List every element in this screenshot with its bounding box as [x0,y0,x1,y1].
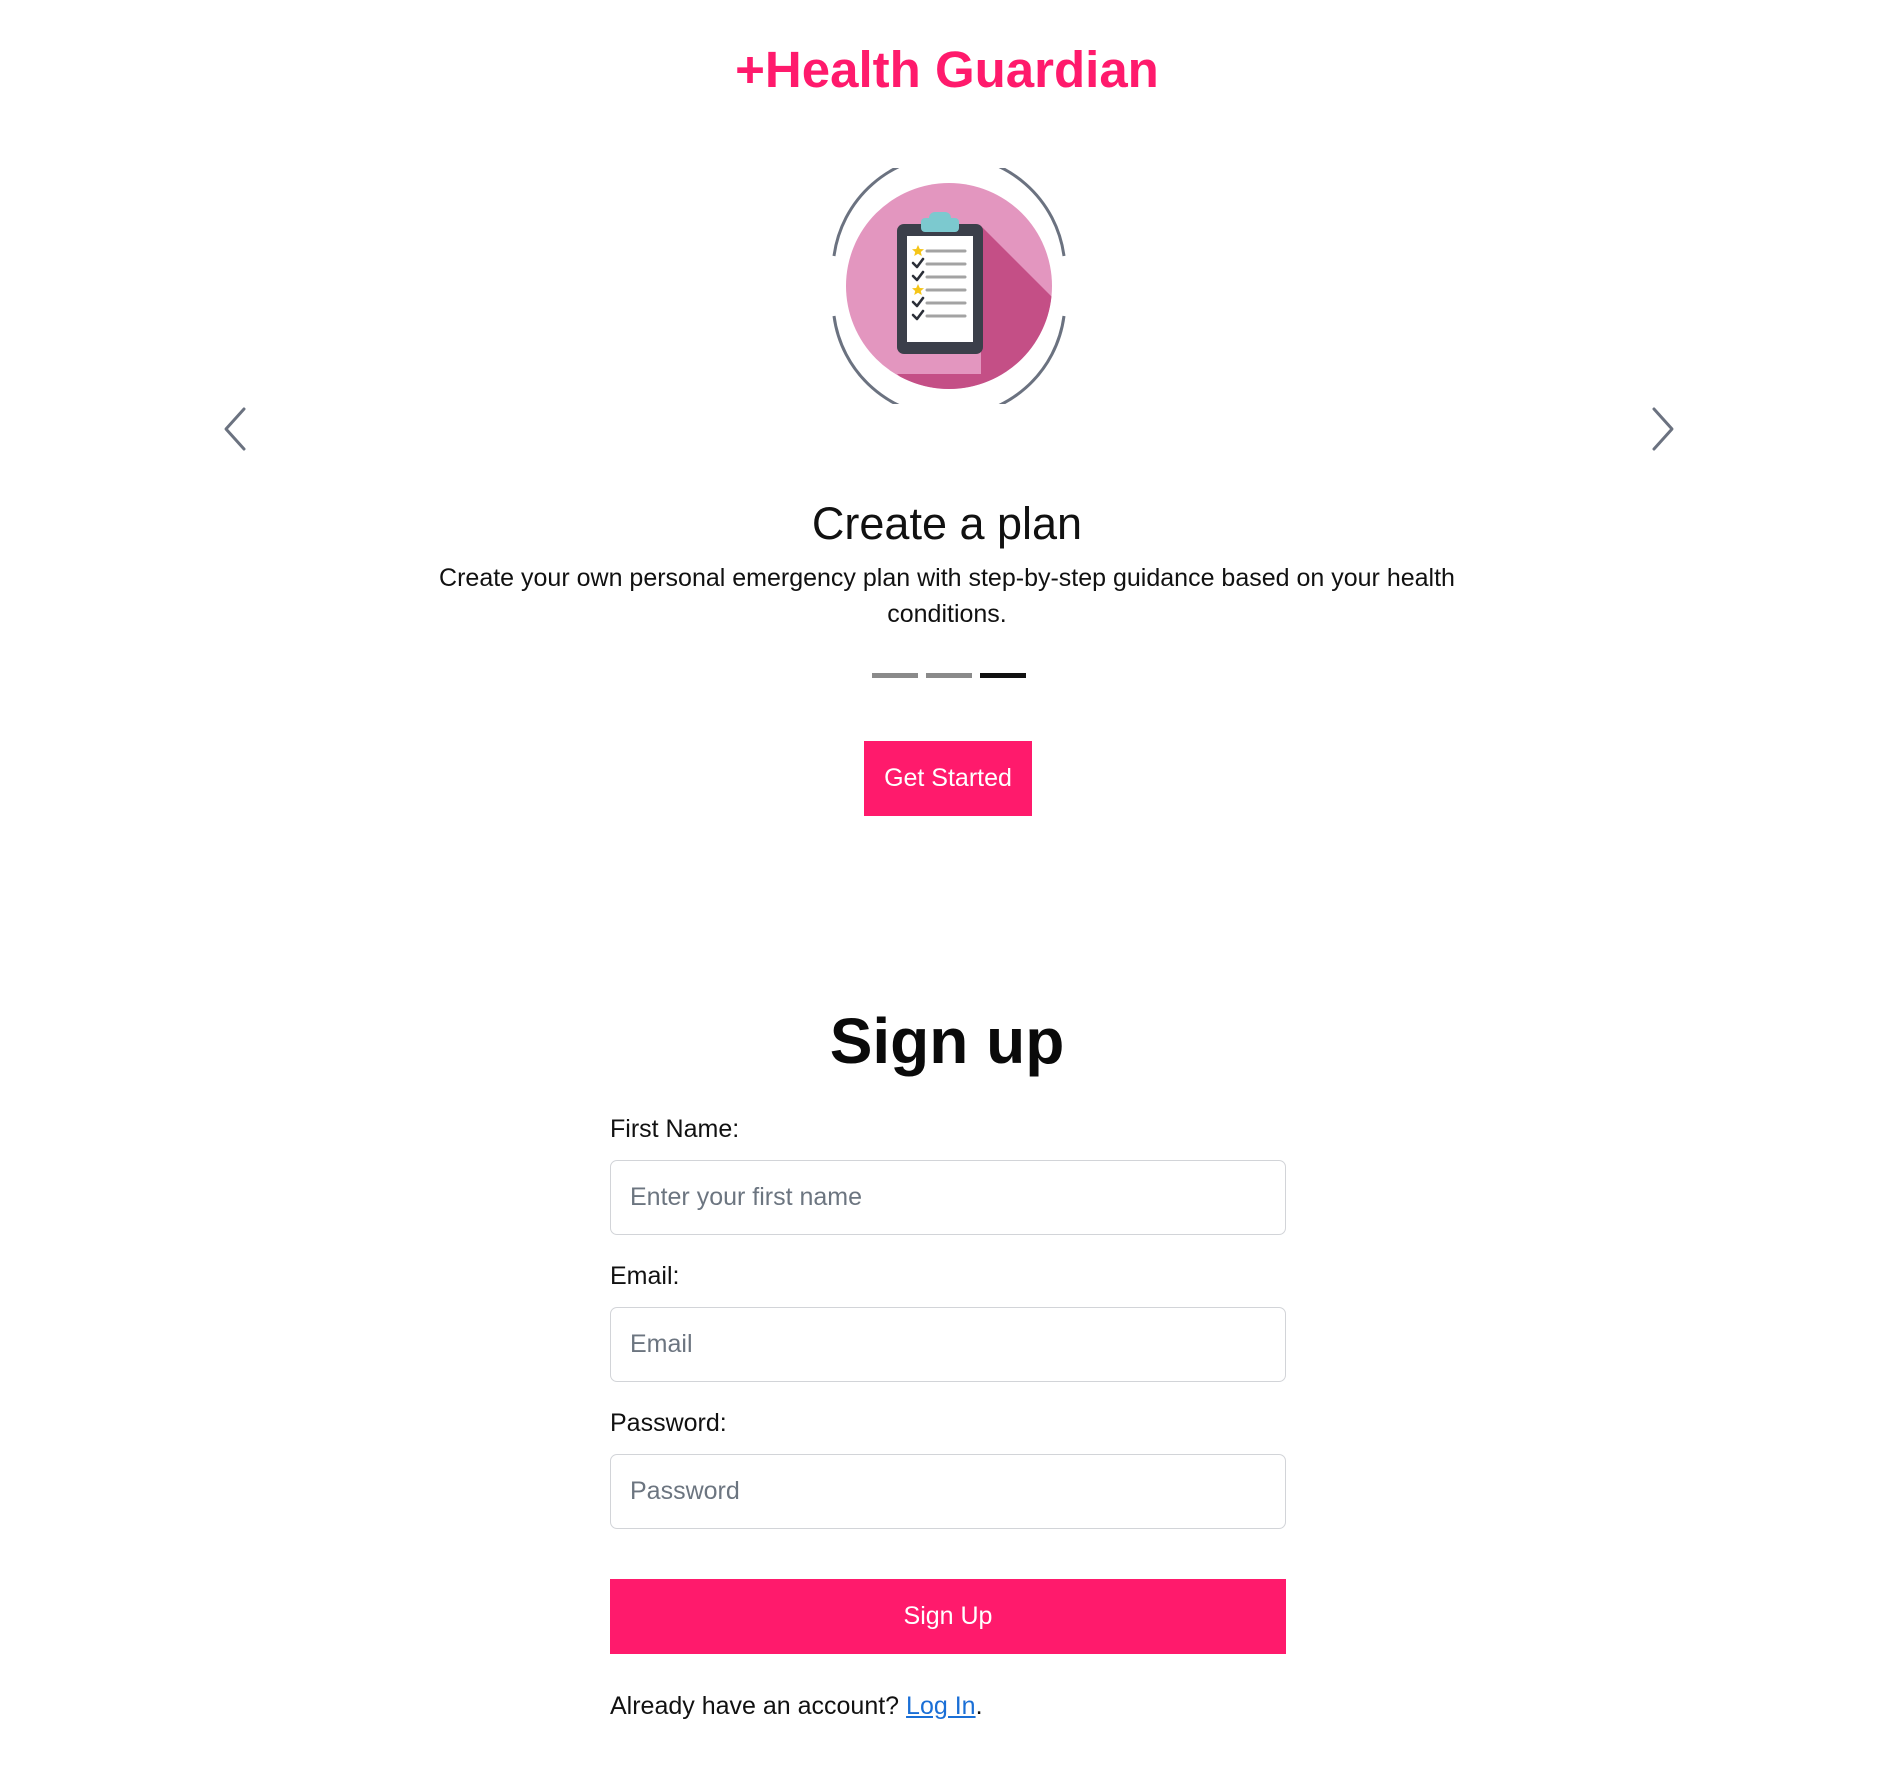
slide-description: Create your own personal emergency plan … [439,564,1455,628]
signup-title: Sign up [829,1005,1065,1077]
login-prompt: Already have an account? Log In. [610,1692,983,1721]
carousel-indicator-1[interactable] [872,673,918,678]
first-name-label: First Name: [610,1115,740,1143]
login-prompt-suffix: . [975,1692,983,1720]
log-in-link[interactable]: Log In [906,1692,976,1720]
login-prompt-text: Already have an account? [610,1692,907,1720]
password-label: Password: [610,1409,727,1437]
carousel-prev-button[interactable] [216,404,256,454]
first-name-input[interactable] [610,1160,1286,1235]
signup-page: +Health Guardian Create a plan Create yo… [0,0,1894,1786]
password-input[interactable] [610,1454,1286,1529]
slide-title: Create a plan [811,498,1083,549]
sign-up-button[interactable]: Sign Up [610,1579,1286,1654]
carousel-indicator-2[interactable] [926,673,972,678]
get-started-button[interactable]: Get Started [864,741,1032,816]
email-label: Email: [610,1262,680,1290]
chevron-left-icon [224,407,246,451]
email-input[interactable] [610,1307,1286,1382]
carousel-indicators [872,673,1032,678]
brand-logo[interactable]: +Health Guardian [0,40,1894,99]
carousel-next-button[interactable] [1642,404,1682,454]
chevron-right-icon [1652,407,1674,451]
carousel-indicator-3[interactable] [980,673,1026,678]
clipboard-checklist-icon [831,153,1067,419]
